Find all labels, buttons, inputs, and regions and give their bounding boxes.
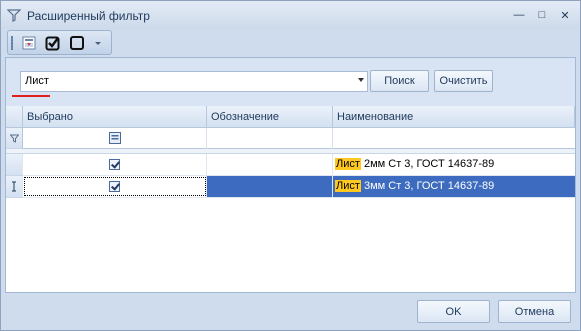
dialog-footer: OK Отмена [1,293,580,330]
filter-row-indicator [6,128,23,149]
search-combobox[interactable]: Лист [20,71,368,92]
row-checkbox[interactable] [109,181,120,192]
funnel-icon [7,9,21,22]
search-button[interactable]: Поиск [370,70,429,92]
filter-cell-selected[interactable] [23,128,207,149]
checkbox-checked-icon [45,36,60,51]
text-cursor-icon [12,181,16,192]
checkbox-empty-icon [70,36,84,50]
minimize-button[interactable]: — [511,7,527,23]
toolbar-overflow-button[interactable] [91,34,105,52]
cancel-button[interactable]: Отмена [498,300,571,323]
window-title: Расширенный фильтр [27,9,150,23]
cell-name-text: 3мм Ст 3, ГОСТ 14637-89 [360,180,495,192]
column-header-name[interactable]: Наименование [333,106,575,128]
check-all-button[interactable] [43,34,63,52]
dropdown-arrow-icon [95,42,101,45]
toolbar [7,30,112,55]
cell-name[interactable]: Лист 3мм Ст 3, ГОСТ 14637-89 [333,176,575,197]
filter-grid-icon [22,36,36,50]
search-match-highlight: Лист [335,180,361,192]
filter-panel: Лист Поиск Очистить Выбрано Обозначение … [5,57,576,293]
filter-cell-name[interactable] [333,128,575,149]
maximize-button[interactable]: □ [534,7,550,23]
row-indicator[interactable] [6,154,23,176]
filter-row [6,128,575,149]
filter-grid-button[interactable] [19,34,39,52]
cell-selected[interactable] [23,154,207,175]
row-checkbox[interactable] [109,159,120,170]
funnel-icon [9,134,19,143]
input-underline-mark [12,95,50,97]
filter-cell-designation[interactable] [207,128,333,149]
table-row-selected[interactable]: Лист 3мм Ст 3, ГОСТ 14637-89 [6,176,575,198]
row-indicator[interactable] [6,176,23,198]
toolbar-grip[interactable] [11,36,13,50]
column-header-selected[interactable]: Выбрано [23,106,207,128]
close-button[interactable]: ✕ [557,7,573,23]
uncheck-all-button[interactable] [67,34,87,52]
results-grid: Выбрано Обозначение Наименование Лист 2м… [6,106,575,292]
search-match-highlight: Лист [335,158,361,170]
cell-designation[interactable] [207,176,333,197]
cell-selected[interactable] [23,176,207,197]
chevron-down-icon[interactable] [358,78,364,82]
advanced-filter-window: Расширенный фильтр — □ ✕ Лист Поиск Очис… [0,0,581,331]
cell-name-text: 2мм Ст 3, ГОСТ 14637-89 [360,158,495,170]
table-row[interactable]: Лист 2мм Ст 3, ГОСТ 14637-89 [6,154,575,176]
cell-designation[interactable] [207,154,333,175]
filter-condition-icon[interactable] [109,132,121,144]
title-bar[interactable]: Расширенный фильтр — □ ✕ [1,1,580,29]
cell-name[interactable]: Лист 2мм Ст 3, ГОСТ 14637-89 [333,154,575,175]
search-input[interactable]: Лист [25,75,49,87]
column-header-designation[interactable]: Обозначение [207,106,333,128]
ok-button[interactable]: OK [417,300,490,323]
clear-button[interactable]: Очистить [434,70,493,92]
row-indicator-header [6,106,23,128]
